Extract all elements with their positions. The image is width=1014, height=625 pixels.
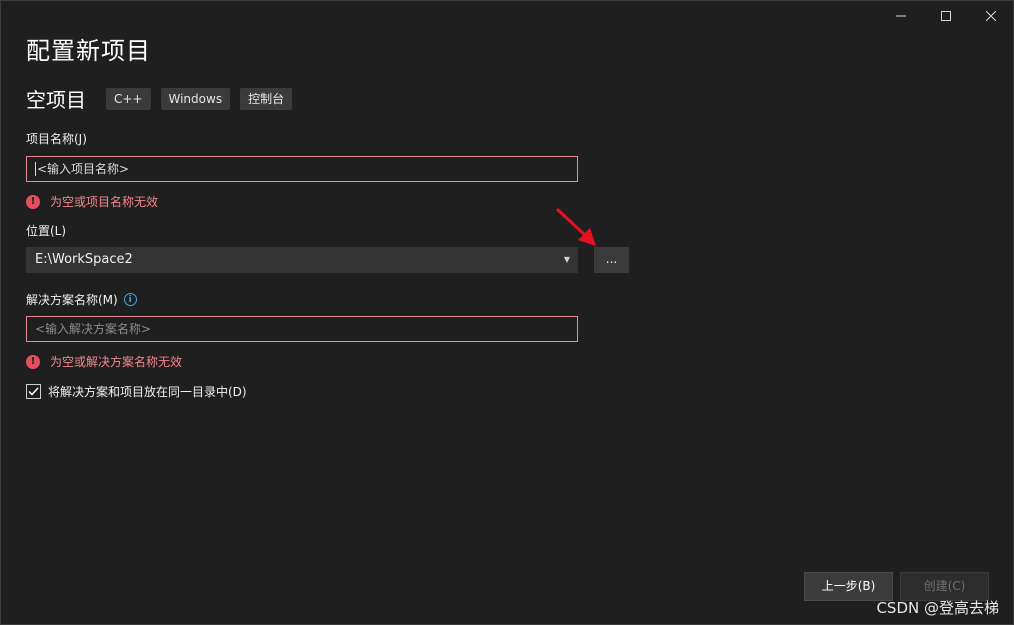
text-caret [35,161,36,176]
project-name-label: 项目名称(J) [26,132,87,146]
tag-project-type: 控制台 [240,87,293,110]
location-value: E:\WorkSpace2 [35,252,133,267]
template-info: 空项目 C++ Windows 控制台 [26,84,302,113]
same-directory-option[interactable]: 将解决方案和项目放在同一目录中(D) [26,383,247,400]
solution-name-error: ! 为空或解决方案名称无效 [26,353,182,370]
solution-name-error-text: 为空或解决方案名称无效 [50,355,183,369]
project-name-error: ! 为空或项目名称无效 [26,193,158,210]
info-icon[interactable]: i [123,293,137,306]
checkmark-icon [28,387,39,396]
error-icon: ! [26,194,40,209]
watermark: CSDN @登高去梯 [876,599,999,617]
new-project-dialog: 配置新项目 空项目 C++ Windows 控制台 项目名称(J) <输入项目名… [0,0,1014,625]
annotation-arrow-icon [556,208,596,246]
close-icon [985,11,996,21]
project-name-placeholder: <输入项目名称> [37,162,130,176]
page-title: 配置新项目 [26,37,151,65]
same-directory-checkbox[interactable] [26,384,41,399]
maximize-button[interactable] [923,1,968,31]
window-controls [878,1,1013,33]
maximize-icon [940,11,951,21]
minimize-button[interactable] [878,1,923,31]
project-name-input[interactable]: <输入项目名称> [26,156,578,182]
location-combobox[interactable]: E:\WorkSpace2 ▼ [26,247,578,273]
tag-platform: Windows [160,87,231,110]
template-name: 空项目 [26,88,86,112]
solution-name-input[interactable]: <输入解决方案名称> [26,316,578,342]
chevron-down-icon[interactable]: ▼ [564,248,570,272]
solution-name-placeholder: <输入解决方案名称> [35,322,152,336]
tag-language: C++ [106,87,151,110]
minimize-icon [895,15,906,17]
solution-name-label: 解决方案名称(M) [26,293,118,307]
close-button[interactable] [968,1,1013,31]
browse-button[interactable]: ... [594,247,629,273]
solution-name-label-row: 解决方案名称(M) i [26,291,137,308]
same-directory-label: 将解决方案和项目放在同一目录中(D) [48,385,247,399]
location-label: 位置(L) [26,224,67,238]
project-name-error-text: 为空或项目名称无效 [50,195,159,209]
error-icon: ! [26,354,40,369]
